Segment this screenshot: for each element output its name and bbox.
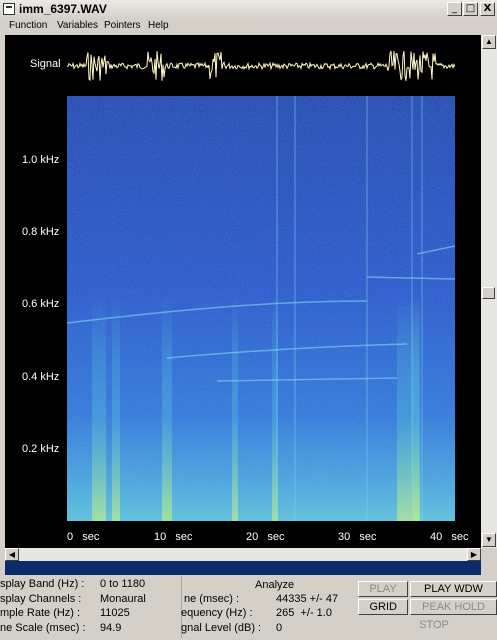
minimize-button[interactable]: _ [447, 2, 462, 16]
frequency-value: 265 +/- 1.0 [276, 607, 332, 619]
signal-level-value: 0 [276, 622, 283, 634]
signal-label: Signal [30, 58, 61, 70]
x-tick-label: 30 sec [338, 531, 377, 543]
frequency-label: equency (Hz) : [181, 607, 253, 619]
analyze-title: Analyze [255, 579, 295, 591]
display-channels-label: splay Channels : [0, 593, 82, 605]
menu-function[interactable]: Function [9, 20, 47, 31]
x-tick-label: 0 sec [67, 531, 100, 543]
sample-rate-value: 11025 [100, 607, 130, 619]
y-tick-label: 1.0 kHz [22, 154, 60, 166]
time-value: 44335 +/- 47 [276, 593, 339, 605]
vertical-scroll-thumb[interactable] [482, 287, 495, 299]
scroll-right-arrow-icon[interactable]: ▶ [467, 548, 481, 561]
scroll-up-arrow-icon[interactable]: ▲ [482, 35, 496, 49]
stop-button[interactable]: STOP [376, 617, 492, 633]
play-window-button[interactable]: PLAY WDW [410, 581, 497, 597]
y-tick-label: 0.8 kHz [22, 226, 60, 238]
app-icon[interactable] [3, 3, 15, 15]
time-label: ne (msec) : [184, 593, 240, 605]
y-tick-label: 0.6 kHz [22, 298, 60, 310]
status-bar [5, 561, 481, 575]
time-scale-value: 94.9 [100, 622, 122, 634]
y-tick-label: 0.4 kHz [22, 371, 60, 383]
time-scale-label: ne Scale (msec) : [0, 622, 86, 634]
scroll-left-arrow-icon[interactable]: ◀ [5, 548, 19, 561]
close-button[interactable]: X [480, 2, 495, 16]
menu-pointers[interactable]: Pointers [104, 20, 141, 31]
spectrogram[interactable] [67, 96, 455, 521]
menu-variables[interactable]: Variables [57, 20, 98, 31]
grid-button[interactable]: GRID [358, 599, 408, 615]
maximize-button[interactable]: □ [463, 2, 478, 16]
x-tick-label: 20 sec [246, 531, 285, 543]
display-band-value: 0 to 1180 [100, 578, 146, 590]
play-button[interactable]: PLAY [358, 581, 408, 597]
menu-help[interactable]: Help [148, 20, 169, 31]
y-tick-label: 0.2 kHz [22, 443, 60, 455]
signal-level-label: gnal Level (dB) : [181, 622, 262, 634]
display-band-label: splay Band (Hz) : [0, 578, 85, 590]
sample-rate-label: mple Rate (Hz) : [0, 607, 81, 619]
x-tick-label: 10 sec [154, 531, 193, 543]
scroll-down-arrow-icon[interactable]: ▼ [482, 533, 496, 547]
peak-hold-button[interactable]: PEAK HOLD [410, 599, 497, 615]
horizontal-scrollbar[interactable] [5, 548, 481, 561]
window-title: imm_6397.WAV [19, 2, 107, 16]
x-tick-label: 40 sec [430, 531, 469, 543]
signal-waveform [67, 50, 455, 82]
display-channels-value: Monaural [100, 593, 146, 605]
